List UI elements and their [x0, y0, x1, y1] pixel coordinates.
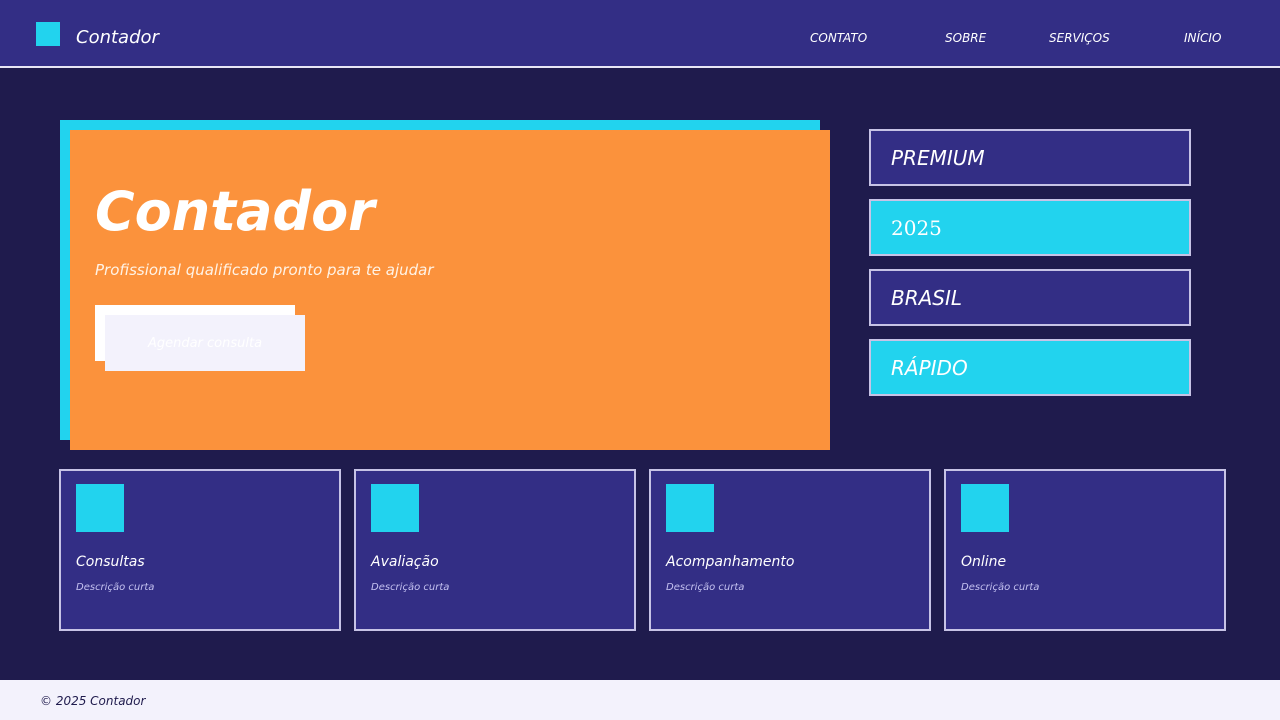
site-header: Contador CONTATO SOBRE SERVIÇOS INÍCIO	[0, 0, 1280, 68]
square-card-icon	[371, 484, 419, 532]
card-title: Consultas	[76, 554, 145, 570]
service-card-avaliacao[interactable]: Avaliação Descrição curta	[354, 469, 636, 631]
card-description: Descrição curta	[371, 582, 450, 593]
nav-inicio[interactable]: INÍCIO	[1184, 30, 1221, 46]
card-title: Online	[961, 554, 1007, 570]
schedule-consultation-button[interactable]: Agendar consulta	[105, 315, 305, 371]
square-card-icon	[76, 484, 124, 532]
nav-contato[interactable]: CONTATO	[810, 30, 867, 46]
tag-premium: PREMIUM	[869, 129, 1191, 186]
tag-year: 2025	[869, 199, 1191, 256]
card-title: Avaliação	[371, 554, 439, 570]
square-card-icon	[961, 484, 1009, 532]
brand-name[interactable]: Contador	[76, 26, 159, 50]
nav-sobre[interactable]: SOBRE	[945, 30, 986, 46]
card-description: Descrição curta	[666, 582, 745, 593]
nav-servicos[interactable]: SERVIÇOS	[1049, 30, 1110, 46]
hero-panel: Contador Profissional qualificado pronto…	[70, 130, 830, 450]
card-title: Acompanhamento	[666, 554, 795, 570]
hero-subtitle: Profissional qualificado pronto para te …	[95, 261, 434, 279]
tag-rapido: RÁPIDO	[869, 339, 1191, 396]
card-description: Descrição curta	[961, 582, 1040, 593]
footer-copyright: © 2025 Contador	[40, 694, 146, 708]
service-card-acompanhamento[interactable]: Acompanhamento Descrição curta	[649, 469, 931, 631]
hero-title: Contador	[95, 180, 375, 243]
tag-brasil: BRASIL	[869, 269, 1191, 326]
card-description: Descrição curta	[76, 582, 155, 593]
square-logo-icon[interactable]	[36, 22, 60, 46]
service-card-online[interactable]: Online Descrição curta	[944, 469, 1226, 631]
service-card-consultas[interactable]: Consultas Descrição curta	[59, 469, 341, 631]
site-footer: © 2025 Contador	[0, 680, 1280, 720]
square-card-icon	[666, 484, 714, 532]
